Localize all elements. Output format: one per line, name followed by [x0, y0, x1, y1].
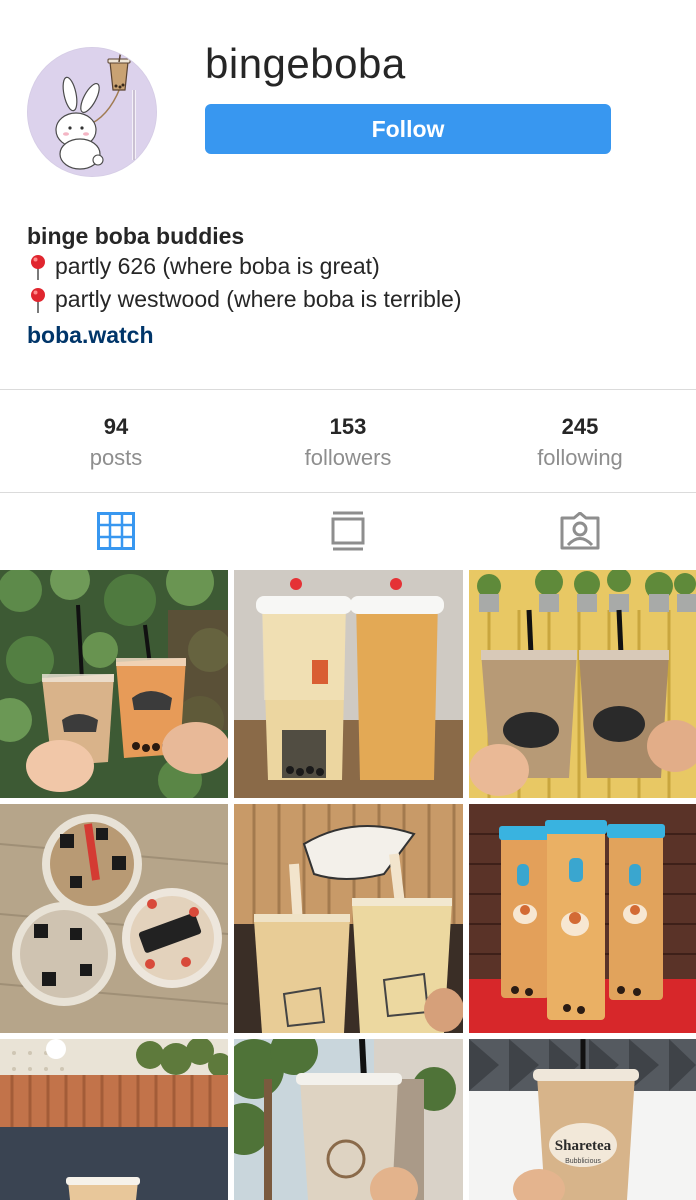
boba-photo-cafe-interior	[0, 1039, 228, 1200]
tab-tagged[interactable]	[464, 493, 696, 568]
stat-label: posts	[89, 445, 143, 470]
divider	[0, 389, 696, 390]
bio-website-link[interactable]: boba.watch	[27, 318, 154, 352]
boba-photo-potted-plants	[469, 570, 696, 798]
boba-photo-ivy-wall	[0, 570, 228, 798]
bio-line-text: partly westwood (where boba is terrible)	[55, 286, 462, 312]
tagged-person-icon	[560, 511, 600, 549]
boba-photo-corgi-cups	[469, 804, 696, 1033]
post-thumbnail[interactable]	[234, 1039, 463, 1200]
profile-bio: binge boba buddies partly 626 (where bob…	[27, 222, 667, 352]
bio-line-1: partly 626 (where boba is great)	[27, 250, 667, 283]
boba-photo-decorated-cups	[0, 804, 228, 1033]
stat-count: 245	[561, 414, 599, 439]
sharetea-logo-text: Sharetea	[555, 1138, 612, 1154]
tab-grid-view[interactable]	[0, 493, 232, 568]
tab-feed-view[interactable]	[232, 493, 464, 568]
bio-line-2: partly westwood (where boba is terrible)	[27, 283, 667, 316]
bio-display-name: binge boba buddies	[27, 223, 245, 249]
boba-photo-cafe-ceiling	[234, 804, 463, 1033]
grid-icon	[97, 511, 135, 550]
stat-label: following	[537, 445, 623, 470]
round-pushpin-icon	[27, 253, 49, 281]
boba-photo-sharetea: Sharetea Bubblicious	[469, 1039, 696, 1200]
post-thumbnail[interactable]	[0, 570, 228, 798]
post-thumbnail[interactable]	[234, 804, 463, 1033]
sharetea-sub-text: Bubblicious	[565, 1158, 601, 1165]
post-thumbnail[interactable]	[469, 570, 696, 798]
stat-following[interactable]: 245 following	[464, 391, 696, 492]
boba-photo-street	[234, 1039, 463, 1200]
post-thumbnail[interactable]	[0, 804, 228, 1033]
stat-label: followers	[304, 445, 392, 470]
boba-photo-heart-lids	[234, 570, 463, 798]
post-grid: Sharetea Bubblicious	[0, 570, 696, 1200]
stat-followers[interactable]: 153 followers	[232, 391, 464, 492]
post-thumbnail[interactable]	[469, 804, 696, 1033]
profile-stats: 94 posts 153 followers 245 following	[0, 391, 696, 492]
post-thumbnail[interactable]: Sharetea Bubblicious	[469, 1039, 696, 1200]
stat-posts[interactable]: 94 posts	[0, 391, 232, 492]
post-thumbnail[interactable]	[234, 570, 463, 798]
bunny-boba-avatar-icon	[28, 48, 156, 176]
profile-header: bingeboba Follow binge boba buddies part…	[0, 0, 696, 390]
feed-icon	[331, 511, 365, 550]
post-thumbnail[interactable]	[0, 1039, 228, 1200]
round-pushpin-icon	[27, 286, 49, 314]
follow-button[interactable]: Follow	[205, 104, 611, 154]
bio-line-text: partly 626 (where boba is great)	[55, 253, 380, 279]
profile-view-tabs	[0, 493, 696, 568]
profile-username: bingeboba	[205, 40, 406, 87]
stat-count: 94	[103, 414, 129, 439]
stat-count: 153	[329, 414, 367, 439]
profile-avatar[interactable]	[27, 47, 157, 177]
